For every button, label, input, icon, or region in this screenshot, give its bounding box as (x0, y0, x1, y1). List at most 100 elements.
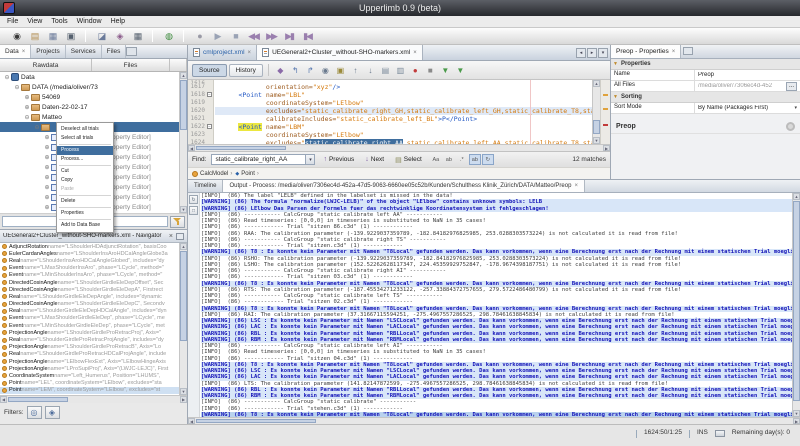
find-next-button[interactable]: ↓Next (362, 155, 387, 164)
menu-item-properties[interactable]: Properties (57, 209, 113, 218)
close-icon[interactable]: × (248, 50, 252, 56)
go-start-button[interactable]: ▮◀ (299, 29, 315, 43)
export-button[interactable]: ◈ (111, 29, 127, 43)
save-button[interactable]: ▣ (62, 29, 78, 43)
tab-preop-properties[interactable]: Preop - Properties × (611, 45, 681, 58)
log-line[interactable]: [WARNING] (86) T8 : Es konnte kein Param… (201, 249, 792, 255)
editor-tab-uegeneral2-cluster-without-sho-markers-xml[interactable]: UEGeneral2+Cluster_without-SHO-markers.x… (257, 45, 423, 60)
output-hscrollbar[interactable]: ◀ ▶ (188, 417, 800, 424)
navigator-item[interactable]: ProjectionAngle name="LShoulderGirdlePro… (0, 329, 179, 336)
scrollbar-thumb[interactable] (593, 120, 600, 134)
section-toggle-icon[interactable]: ▼ (613, 94, 618, 100)
tree-toggle-icon[interactable]: ⊕ (43, 164, 51, 171)
navigator-item[interactable]: Point name="LEM", coordinateSystem="LElb… (0, 387, 179, 394)
tree-scrollbar[interactable]: ▲ ▼ (179, 72, 187, 213)
editor-tab-cmlproject-xml[interactable]: cmlproject.xml× (188, 45, 257, 60)
comment-button[interactable]: ▤ (379, 64, 392, 77)
tab-scroll-left-icon[interactable]: ◂ (576, 48, 586, 58)
process-log[interactable]: [INFO] (86) The label "LELB" defined in … (201, 193, 792, 417)
scroll-up-icon[interactable]: ▲ (593, 80, 600, 87)
navigator-item[interactable]: Real name="LShoulderGirdleEleDepAngle", … (0, 293, 179, 300)
menu-file[interactable]: File (7, 18, 18, 25)
close-icon[interactable]: × (574, 183, 578, 189)
title-bar[interactable]: Upperlimb 0.9 (beta) (0, 0, 800, 16)
navigator-scrollbar[interactable]: ▲ ▼ (179, 243, 187, 395)
navigator-item[interactable]: Event name="LMaxShoulderInsAro", phase="… (0, 265, 179, 272)
record-macro-button[interactable]: ● (409, 64, 422, 77)
property-value[interactable]: By Name (Packages First)▾ (695, 103, 800, 113)
property-value[interactable]: /media/oliver/7306ec4d-452... (695, 81, 800, 91)
match-case-toggle[interactable]: Aa (430, 154, 442, 165)
log-line[interactable]: [WARNING] (86) T8 : Es konnte kein Param… (201, 306, 792, 312)
property-value[interactable]: Preop (695, 70, 800, 80)
tree-toggle-icon[interactable]: ⊖ (33, 124, 41, 131)
property-row[interactable]: Sort ModeBy Name (Packages First)▾ (611, 103, 800, 114)
navigator-item[interactable]: DirectedCosinAngle name="LShoulderGirdle… (0, 301, 179, 308)
next-occurrence-button[interactable]: ↓ (364, 64, 377, 77)
find-previous-button[interactable]: ↑Previous (320, 155, 357, 164)
scrollbar-thumb[interactable] (196, 146, 286, 150)
navigator-item[interactable]: EulerCardanAngles name="LShoulderInsAroH… (0, 250, 179, 257)
navigator-minimize-icon[interactable] (176, 233, 184, 240)
scroll-up-icon[interactable]: ▲ (793, 193, 800, 200)
tree-toggle-icon[interactable]: ⊕ (23, 94, 31, 101)
navigator-hscrollbar[interactable]: ◀ ▶ (0, 395, 187, 403)
editor-hscrollbar[interactable]: ◀ ▶ (188, 144, 610, 151)
warning-mark[interactable] (603, 108, 608, 110)
log-line[interactable]: [WARNING] (86) LAC : Es konnte kein Para… (201, 374, 792, 380)
next-bookmark-button[interactable]: ▼ (454, 64, 467, 77)
find-button[interactable]: ◉ (319, 64, 332, 77)
editor-scrollbar[interactable]: ▲ ▼ (592, 80, 600, 144)
scrollbar-thumb[interactable] (180, 251, 187, 341)
ellipsis-button[interactable]: ... (786, 82, 797, 91)
menu-item-copy[interactable]: Copy (57, 176, 113, 185)
tree-row[interactable]: ⊕54069 (0, 92, 179, 102)
panel-minimize-icon[interactable] (126, 47, 137, 56)
scroll-left-icon[interactable]: ◀ (0, 396, 7, 403)
stop-button[interactable]: ■ (227, 29, 243, 43)
add-item-button[interactable]: ◍ (160, 29, 176, 43)
scroll-right-icon[interactable]: ▶ (180, 396, 187, 403)
scrollbar-thumb[interactable] (180, 80, 187, 130)
save-all-button[interactable]: ▦ (129, 29, 145, 43)
play-button[interactable]: ▶ (209, 29, 225, 43)
menu-item-delete[interactable]: Delete (57, 197, 113, 206)
scrollbar-thumb[interactable] (196, 419, 316, 423)
stop-macro-button[interactable]: ■ (424, 64, 437, 77)
scrollbar-thumb[interactable] (793, 201, 800, 401)
find-history-dropdown-icon[interactable]: ▾ (305, 155, 314, 164)
navigator-item[interactable]: Real name="LShoulderGirdleEleDepHDCalAng… (0, 308, 179, 315)
log-line[interactable]: [WARNING] (86) T8 : Es konnte kein Param… (201, 281, 792, 287)
insert-mode-indicator[interactable]: INS (697, 429, 708, 436)
fold-icon[interactable]: − (207, 92, 212, 97)
output-tab-output[interactable]: Output - Process: /media/oliver/7306ec4d… (223, 180, 585, 192)
rerun-button[interactable]: ↻ (189, 195, 198, 204)
dropdown-icon[interactable]: ▾ (794, 105, 797, 111)
open-project-button[interactable]: ▤ (26, 29, 42, 43)
tree-toggle-icon[interactable]: ⊕ (43, 194, 51, 201)
breadcrumb-item-calcmodel[interactable]: CalcModel› (192, 171, 232, 177)
menu-item-paste[interactable]: Paste (57, 185, 113, 194)
output-tab-timeline[interactable]: Timeline (188, 180, 223, 192)
navigator-item[interactable]: DirectedCosinAngle name="LShoulderGirdle… (0, 286, 179, 293)
highlight-button[interactable]: ▣ (334, 64, 347, 77)
property-row[interactable]: NamePreop (611, 70, 800, 81)
menu-item-process[interactable]: Process (57, 146, 113, 155)
snapshot-button[interactable]: ◉ (8, 29, 24, 43)
step-back-button[interactable]: ◀◀ (245, 29, 261, 43)
import-button[interactable]: ◪ (93, 29, 109, 43)
menu-window[interactable]: Window (77, 18, 102, 25)
close-icon[interactable]: × (22, 49, 26, 55)
tab-files[interactable]: Files (102, 45, 127, 58)
navigator-item[interactable]: Event name="LMinShoulderInsAro", phase="… (0, 272, 179, 279)
jump-forward-button[interactable]: ↱ (304, 64, 317, 77)
tree-row[interactable]: ⊖Matteo (0, 112, 179, 122)
navigator-item[interactable]: ProjectionAngle name="LElbowFlexExt", Ax… (0, 358, 179, 365)
error-stripe[interactable] (600, 80, 610, 144)
section-toggle-icon[interactable]: ▼ (613, 61, 618, 67)
previous-occurrence-button[interactable]: ↑ (349, 64, 362, 77)
scroll-down-icon[interactable]: ▼ (180, 388, 187, 395)
tree-toggle-icon[interactable]: ⊕ (23, 104, 31, 111)
stop-process-button[interactable]: □ (189, 206, 198, 215)
tree-toggle-icon[interactable]: ⊕ (43, 134, 51, 141)
